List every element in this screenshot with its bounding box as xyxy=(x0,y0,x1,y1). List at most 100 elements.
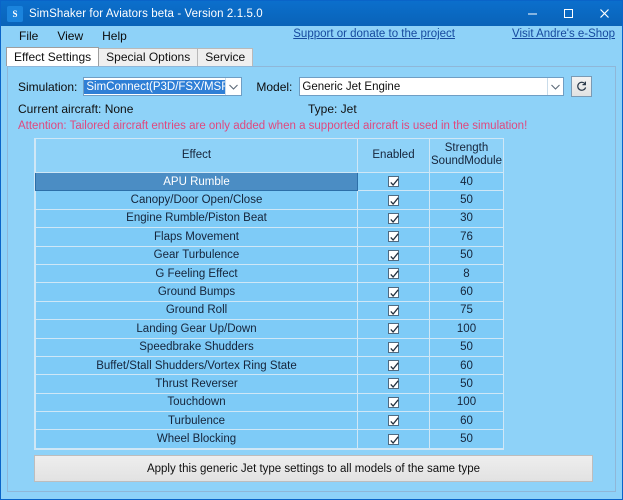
strength-cell[interactable]: 100 xyxy=(429,319,504,339)
table-row[interactable]: Touchdown 100 xyxy=(35,392,504,413)
simulation-dropdown[interactable]: SimConnect(P3D/FSX/MSFS) xyxy=(83,77,243,96)
table-row[interactable]: Canopy/Door Open/Close 50 xyxy=(35,190,504,210)
strength-cell[interactable]: 8 xyxy=(429,263,504,284)
strength-cell[interactable]: 75 xyxy=(429,300,504,321)
table-row[interactable]: Landing Gear Up/Down 100 xyxy=(35,319,504,339)
enabled-checkbox[interactable] xyxy=(388,360,399,372)
check-icon xyxy=(390,215,399,223)
strength-cell[interactable]: 60 xyxy=(429,355,504,376)
enabled-checkbox[interactable] xyxy=(388,268,399,280)
effect-name-cell[interactable]: Landing Gear Up/Down xyxy=(35,319,358,339)
enabled-cell[interactable] xyxy=(357,190,430,210)
model-dropdown[interactable]: Generic Jet Engine xyxy=(299,77,565,96)
eshop-link[interactable]: Visit Andre's e-Shop xyxy=(512,28,615,40)
enabled-cell[interactable] xyxy=(357,355,430,376)
chevron-down-icon[interactable] xyxy=(547,78,564,95)
enabled-checkbox[interactable] xyxy=(388,415,399,427)
enabled-cell[interactable] xyxy=(357,245,430,265)
enabled-cell[interactable] xyxy=(357,171,430,192)
strength-cell[interactable]: 50 xyxy=(429,245,504,265)
enabled-checkbox[interactable] xyxy=(388,231,399,243)
table-row[interactable]: Speedbrake Shudders 50 xyxy=(35,337,504,357)
enabled-cell[interactable] xyxy=(357,300,430,321)
effect-name-cell[interactable]: Turbulence xyxy=(35,411,358,431)
tab-service[interactable]: Service xyxy=(197,48,254,66)
table-row[interactable]: Turbulence 60 xyxy=(35,411,504,431)
enabled-checkbox[interactable] xyxy=(388,194,399,206)
effect-name-cell[interactable]: Engine Rumble/Piston Beat xyxy=(35,208,358,229)
strength-cell[interactable]: 100 xyxy=(429,392,504,413)
enabled-cell[interactable] xyxy=(357,429,430,449)
tab-special-options[interactable]: Special Options xyxy=(98,48,199,66)
table-row[interactable]: Ground Roll 75 xyxy=(35,300,504,321)
attention-message: Attention: Tailored aircraft entries are… xyxy=(18,120,528,132)
enabled-cell[interactable] xyxy=(357,411,430,431)
enabled-cell[interactable] xyxy=(357,337,430,357)
table-row[interactable]: APU Rumble 40 xyxy=(35,171,504,192)
title-bar: S SimShaker for Aviators beta - Version … xyxy=(1,1,622,26)
menu-item-file[interactable]: File xyxy=(10,27,47,46)
refresh-button[interactable] xyxy=(571,76,593,97)
enabled-cell[interactable] xyxy=(357,319,430,339)
enabled-checkbox[interactable] xyxy=(388,396,399,408)
column-header-effect[interactable]: Effect xyxy=(35,139,358,173)
column-header-enabled[interactable]: Enabled xyxy=(357,139,430,173)
table-row[interactable]: Buffet/Stall Shudders/Vortex Ring State 6… xyxy=(35,355,504,376)
effect-name-cell[interactable]: Flaps Movement xyxy=(35,227,358,247)
enabled-cell[interactable] xyxy=(357,208,430,229)
strength-cell[interactable]: 40 xyxy=(429,171,504,192)
table-row[interactable]: G Feeling Effect 8 xyxy=(35,263,504,284)
maximize-button[interactable] xyxy=(550,1,586,26)
strength-cell[interactable]: 76 xyxy=(429,227,504,247)
menu-item-view[interactable]: View xyxy=(48,27,92,46)
table-row[interactable]: Thrust Reverser 50 xyxy=(35,374,504,394)
enabled-checkbox[interactable] xyxy=(388,176,399,188)
strength-cell[interactable]: 50 xyxy=(429,337,504,357)
enabled-cell[interactable] xyxy=(357,374,430,394)
enabled-cell[interactable] xyxy=(357,227,430,247)
enabled-checkbox[interactable] xyxy=(388,341,399,353)
enabled-checkbox[interactable] xyxy=(388,378,399,390)
effect-name-cell[interactable]: Touchdown xyxy=(35,392,358,413)
strength-cell[interactable]: 50 xyxy=(429,374,504,394)
enabled-cell[interactable] xyxy=(357,392,430,413)
effect-name-cell[interactable]: Canopy/Door Open/Close xyxy=(35,190,358,210)
strength-cell[interactable]: 30 xyxy=(429,208,504,229)
enabled-checkbox[interactable] xyxy=(388,304,399,316)
check-icon xyxy=(390,252,399,260)
table-row[interactable]: Gear Turbulence 50 xyxy=(35,245,504,265)
strength-cell[interactable]: 50 xyxy=(429,429,504,449)
table-row[interactable]: Flaps Movement 76 xyxy=(35,227,504,247)
chevron-down-icon[interactable] xyxy=(225,78,242,95)
enabled-cell[interactable] xyxy=(357,263,430,284)
table-row[interactable]: Engine Rumble/Piston Beat 30 xyxy=(35,208,504,229)
effect-name-cell[interactable]: Ground Bumps xyxy=(35,282,358,302)
enabled-checkbox[interactable] xyxy=(388,212,399,224)
support-donate-link[interactable]: Support or donate to the project xyxy=(293,28,455,40)
table-row[interactable]: Wheel Blocking 50 xyxy=(35,429,504,449)
minimize-button[interactable] xyxy=(514,1,550,26)
strength-cell[interactable]: 50 xyxy=(429,190,504,210)
effect-name-cell[interactable]: Buffet/Stall Shudders/Vortex Ring State xyxy=(35,355,358,376)
strength-cell[interactable]: 60 xyxy=(429,411,504,431)
strength-cell[interactable]: 60 xyxy=(429,282,504,302)
enabled-checkbox[interactable] xyxy=(388,286,399,298)
menu-item-help[interactable]: Help xyxy=(93,27,136,46)
effect-name-cell[interactable]: Gear Turbulence xyxy=(35,245,358,265)
column-header-strength[interactable]: Strength SoundModule xyxy=(429,139,504,173)
apply-to-all-models-button[interactable]: Apply this generic Jet type settings to … xyxy=(34,455,593,482)
tab-effect-settings[interactable]: Effect Settings xyxy=(6,47,100,66)
enabled-cell[interactable] xyxy=(357,282,430,302)
close-icon xyxy=(599,9,609,18)
effect-name-cell[interactable]: Thrust Reverser xyxy=(35,374,358,394)
enabled-checkbox[interactable] xyxy=(388,433,399,445)
effect-name-cell[interactable]: APU Rumble xyxy=(35,171,358,192)
effect-name-cell[interactable]: Ground Roll xyxy=(35,300,358,321)
table-row[interactable]: Ground Bumps 60 xyxy=(35,282,504,302)
effect-name-cell[interactable]: Speedbrake Shudders xyxy=(35,337,358,357)
effect-name-cell[interactable]: G Feeling Effect xyxy=(35,263,358,284)
effect-name-cell[interactable]: Wheel Blocking xyxy=(35,429,358,449)
enabled-checkbox[interactable] xyxy=(388,249,399,261)
enabled-checkbox[interactable] xyxy=(388,323,399,335)
close-button[interactable] xyxy=(586,1,622,26)
